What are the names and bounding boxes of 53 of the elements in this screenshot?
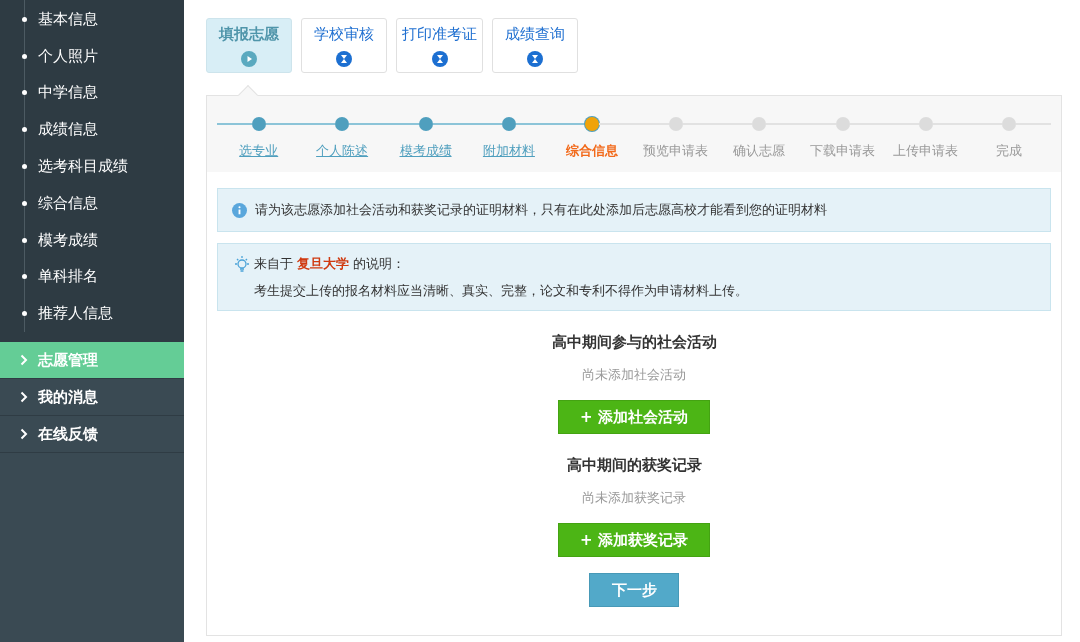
play-icon [241, 50, 257, 67]
bullet-icon [22, 274, 27, 280]
step-label: 下载申请表 [810, 142, 876, 160]
chevron-right-icon [20, 391, 28, 404]
sidebar-item[interactable]: 选考科目成绩 [38, 157, 128, 177]
empty-text: 尚未添加获奖记录 [582, 489, 686, 507]
step-label: 完成 [996, 142, 1023, 160]
sidebar-menu-item[interactable]: 我的消息 [0, 379, 184, 417]
info-icon [232, 202, 247, 218]
step-label: 预览申请表 [643, 142, 709, 160]
note-title: 来自于 复旦大学 的说明： [254, 255, 406, 273]
empty-text: 尚未添加社会活动 [582, 366, 686, 384]
stage-tab[interactable]: 填报志愿 [206, 18, 292, 73]
note-text: 考生提交上传的报名材料应当清晰、真实、完整，论文和专利不得作为申请材料上传。 [253, 282, 748, 300]
step-label: 上传申请表 [893, 142, 959, 160]
section-title: 高中期间的获奖记录 [566, 456, 702, 475]
chevron-right-icon [20, 428, 28, 441]
bullet-icon [22, 311, 27, 317]
sidebar-menu-item[interactable]: 在线反馈 [0, 416, 184, 454]
step-label: 综合信息 [566, 142, 619, 160]
sidebar-item[interactable]: 个人照片 [38, 46, 98, 66]
step-label: 确认志愿 [733, 142, 786, 160]
sidebar-item[interactable]: 中学信息 [38, 83, 98, 103]
add-button[interactable]: + 添加社会活动 [558, 400, 710, 434]
bullet-icon [22, 53, 27, 59]
bullet-icon [22, 164, 27, 170]
next-button[interactable]: 下一步 [589, 573, 679, 607]
hourglass-icon [527, 50, 543, 67]
section-title: 高中期间参与的社会活动 [551, 333, 717, 352]
bullet-icon [22, 16, 27, 22]
sidebar-item[interactable]: 模考成绩 [38, 230, 98, 250]
hourglass-icon [336, 50, 352, 67]
add-button[interactable]: + 添加获奖记录 [558, 523, 710, 557]
sidebar-item[interactable]: 成绩信息 [38, 120, 98, 140]
step-link[interactable]: 模考成绩 [399, 142, 452, 160]
sidebar-item[interactable]: 推荐人信息 [38, 304, 113, 324]
step-link[interactable]: 附加材料 [482, 142, 535, 160]
sidebar-item[interactable]: 基本信息 [38, 9, 98, 29]
step-link[interactable]: 选专业 [239, 142, 279, 160]
bullet-icon [22, 127, 27, 133]
lightbulb-icon [232, 254, 252, 274]
sidebar-item[interactable]: 综合信息 [38, 193, 98, 213]
stage-tab[interactable]: 成绩查询 [492, 18, 578, 73]
notice-text: 请为该志愿添加社会活动和获奖记录的证明材料，只有在此处添加后志愿高校才能看到您的证明材料 [255, 201, 827, 219]
sidebar-item[interactable]: 单科排名 [38, 267, 98, 287]
bullet-icon [22, 90, 27, 96]
step-link[interactable]: 个人陈述 [316, 142, 369, 160]
stage-tab[interactable]: 学校审核 [301, 18, 387, 73]
hourglass-icon [431, 50, 448, 67]
stage-tab[interactable]: 打印准考证 [396, 18, 483, 73]
bullet-icon [22, 237, 27, 243]
bullet-icon [22, 200, 27, 206]
chevron-right-icon [20, 354, 28, 367]
